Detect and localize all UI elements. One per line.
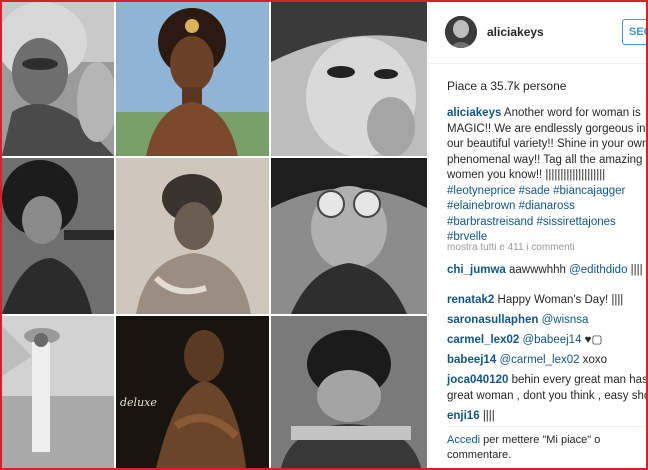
album-label-text: deluxe (120, 396, 157, 409)
comment-suffix: |||| (627, 264, 643, 276)
caption-line: women you know!! |||||||||||||||||||| (447, 169, 606, 181)
comment-mention[interactable]: @edithdido (569, 264, 627, 276)
comment-suffix: ♥▢ (581, 334, 603, 346)
post-details-panel: aliciakeys SEG Piace a 35.7k persone ali… (428, 2, 646, 468)
avatar[interactable] (445, 16, 477, 48)
caption-line: Another word for woman is (503, 107, 641, 119)
comment-username[interactable]: saronasullaphen (447, 314, 538, 326)
comment-item: enji16 |||| (447, 409, 646, 425)
comment-text: |||| (482, 410, 495, 422)
post-caption: aliciakeys Another word for woman is MAG… (447, 106, 646, 246)
photo-album-cover-deluxe: deluxe (116, 316, 269, 468)
comment-mention[interactable]: @babeej14 (522, 334, 581, 346)
login-link[interactable]: Accedi (447, 434, 480, 446)
photo-woman-headwrap-bw (2, 2, 114, 156)
comment-username[interactable]: joca040120 (447, 374, 508, 386)
post-username[interactable]: aliciakeys (487, 25, 544, 39)
comment-username[interactable]: chi_jumwa (447, 264, 506, 276)
like-count: Piace a 35.7k persone (447, 79, 567, 93)
caption-username[interactable]: aliciakeys (447, 107, 501, 119)
comment-username[interactable]: renatak2 (447, 294, 494, 306)
comment-suffix: xoxo (579, 354, 608, 366)
comment-username[interactable]: carmel_lex02 (447, 334, 519, 346)
caption-line: phenomenal way!! Tag all the amazing (447, 153, 643, 166)
comment-username[interactable]: babeej14 (447, 354, 496, 366)
comment-text: aawwwhhh (509, 264, 570, 276)
post-header: aliciakeys SEG (429, 2, 646, 64)
comment-mention[interactable]: @wisnsa (542, 314, 589, 326)
post-image-collage[interactable]: deluxe (2, 2, 427, 468)
photo-woman-gold-headdress (116, 2, 269, 156)
comment-text: Happy Woman's Day! |||| (497, 294, 624, 306)
comment-item: carmel_lex02 @babeej14 ♥▢ (447, 333, 646, 349)
photo-woman-sunglasses-bw (271, 158, 427, 314)
comment-text: great woman , dont you think , easy sho (447, 390, 646, 402)
comment-item-continued: great woman , dont you think , easy sho (447, 389, 646, 405)
divider (447, 426, 646, 427)
comment-item: joca040120 behin every great man has (447, 373, 646, 389)
photo-woman-standing-outdoor-bw (2, 316, 114, 468)
login-prompt: Accedi per mettere "Mi piace" o commenta… (447, 433, 637, 463)
photo-woman-resting-head-bw (271, 316, 427, 468)
comment-text: behin every great man has (511, 374, 646, 386)
comment-mention[interactable]: @carmel_lex02 (499, 354, 579, 366)
follow-button[interactable]: SEG (622, 19, 646, 45)
photo-vintage-portrait-sepia (116, 158, 269, 314)
view-all-comments-link[interactable]: mostra tutti e 411 i commenti (447, 242, 575, 253)
comment-item: babeej14 @carmel_lex02 xoxo (447, 353, 646, 369)
comment-item: chi_jumwa aawwwhhh @edithdido |||| (447, 263, 646, 279)
photo-woman-microphone-bw (2, 158, 114, 314)
comment-item: renatak2 Happy Woman's Day! |||| (447, 293, 646, 309)
caption-hashtags[interactable]: #elainebrown #dianaross (447, 199, 646, 215)
comment-item: saronasullaphen @wisnsa (447, 313, 646, 329)
caption-line: our beautiful variety!! Shine in your ow… (447, 138, 646, 150)
caption-hashtags[interactable]: #barbrastreisand #sissirettajones (447, 215, 646, 231)
caption-hashtags[interactable]: #leotyneprice #sade #biancajagger (447, 184, 646, 200)
photo-woman-hat-closeup-bw (271, 2, 427, 156)
comment-username[interactable]: enji16 (447, 410, 480, 422)
caption-line: MAGIC!! We are endlessly gorgeous in a (447, 122, 646, 135)
